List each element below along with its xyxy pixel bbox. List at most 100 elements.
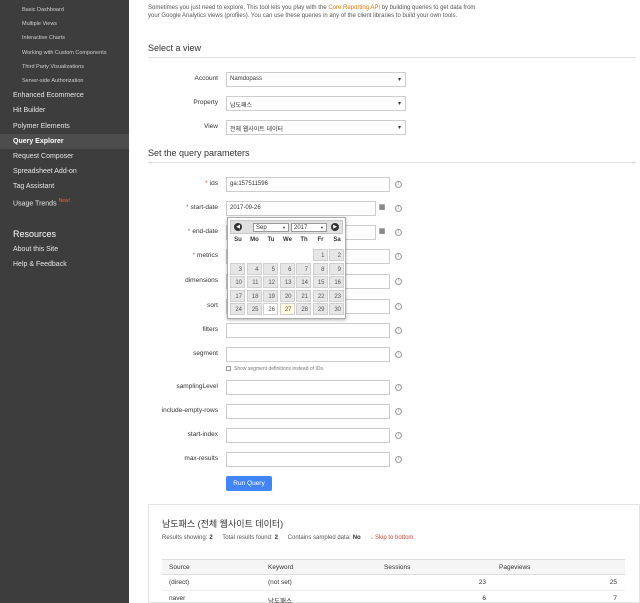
calendar-day[interactable]: 19 <box>263 289 278 302</box>
calendar-day[interactable]: 6 <box>279 262 295 275</box>
calendar-day[interactable]: 1 <box>312 249 328 261</box>
sidebar-subitem[interactable]: Server-side Authorization <box>0 74 129 88</box>
sidebar-subitem[interactable]: Interactive Charts <box>0 31 129 45</box>
max-results-input[interactable] <box>226 452 390 467</box>
core-reporting-api-link[interactable]: Core Reporting API <box>328 5 380 11</box>
column-header-keyword[interactable]: Keyword <box>268 564 293 571</box>
calendar-day[interactable]: 27 <box>279 303 295 315</box>
info-icon[interactable]: i <box>395 278 402 285</box>
calendar-icon[interactable]: ▦ <box>376 226 388 238</box>
calendar-day[interactable]: 24 <box>230 303 245 315</box>
info-icon[interactable]: i <box>395 456 402 463</box>
calendar-day[interactable]: 11 <box>246 276 262 288</box>
arrow-down-icon: ↓ <box>370 535 374 541</box>
calendar-day[interactable]: 21 <box>296 289 311 302</box>
calendar-day[interactable]: 30 <box>329 303 344 315</box>
calendar-icon[interactable]: ▦ <box>376 202 388 214</box>
property-value: 남도패스 <box>230 103 253 109</box>
skip-link-text: Skip to bottom <box>375 535 414 541</box>
calendar-day[interactable]: 9 <box>329 262 344 275</box>
info-icon[interactable]: i <box>395 408 402 415</box>
checkbox[interactable] <box>226 366 231 372</box>
sidebar-subitem[interactable]: Third Party Visualizations <box>0 60 129 74</box>
info-icon[interactable]: i <box>395 327 402 334</box>
calendar-day[interactable]: 28 <box>296 303 311 315</box>
prev-month-icon[interactable]: ◀ <box>234 223 242 231</box>
column-header-pageviews[interactable]: Pageviews <box>499 564 530 571</box>
info-icon[interactable]: i <box>395 384 402 391</box>
calendar-day[interactable]: 16 <box>329 276 344 288</box>
calendar-day[interactable]: 10 <box>230 276 245 288</box>
account-select[interactable]: Namdopass ▾ <box>226 72 406 87</box>
start-date-input[interactable]: 2017-09-26 <box>226 201 376 216</box>
property-select[interactable]: 남도패스 ▾ <box>226 96 406 111</box>
segment-definitions-option[interactable]: Show segment definitions instead of IDs. <box>226 366 324 372</box>
filters-input[interactable] <box>226 323 390 338</box>
sidebar-item[interactable]: Request Composer <box>0 149 129 164</box>
calendar-day[interactable]: 20 <box>279 289 295 302</box>
skip-to-bottom-link[interactable]: ↓ Skip to bottom <box>370 535 413 541</box>
column-header-source[interactable]: Source <box>169 564 190 571</box>
total-value: 2 <box>274 535 278 541</box>
sidebar-subitem[interactable]: Multiple Views <box>0 17 129 31</box>
sidebar-subitem[interactable]: Working with Custom Components <box>0 46 129 60</box>
sidebar-item[interactable]: Spreadsheet Add-on <box>0 164 129 179</box>
start-index-input[interactable] <box>226 428 390 443</box>
calendar-day[interactable]: 2 <box>329 249 344 261</box>
calendar-day[interactable]: 25 <box>246 303 262 315</box>
sidebar-subitem[interactable]: Basic Dashboard <box>0 3 129 17</box>
sidebar-item[interactable]: Query Explorer <box>0 133 129 149</box>
next-month-icon[interactable]: ▶ <box>331 223 339 231</box>
showing-label: Results showing: <box>162 535 208 541</box>
cell-sessions: 6 <box>482 595 486 602</box>
month-select[interactable]: Sep ▼ <box>253 223 289 232</box>
sort-label: sort <box>207 302 218 309</box>
calendar-day[interactable]: 7 <box>296 262 311 275</box>
column-header-sessions[interactable]: Sessions <box>384 564 410 571</box>
select-view-title: Select a view <box>148 43 202 53</box>
view-select[interactable]: 전체 웹사이트 데이터 ▾ <box>226 120 406 135</box>
sidebar-item[interactable]: Usage Trends New! <box>0 194 129 209</box>
calendar-day[interactable]: 5 <box>263 262 278 275</box>
calendar-day[interactable]: 3 <box>230 262 245 275</box>
info-icon[interactable]: i <box>395 181 402 188</box>
include-empty-rows-input[interactable] <box>226 404 390 419</box>
info-icon[interactable]: i <box>395 351 402 358</box>
table-row: naver 남도패스 6 7 <box>162 591 625 603</box>
info-icon[interactable]: i <box>395 229 402 236</box>
run-query-button[interactable]: Run Query <box>226 476 272 491</box>
ids-input[interactable]: ga:157511596 <box>226 177 390 192</box>
sidebar-item[interactable]: Tag Assistant <box>0 179 129 194</box>
segment-input[interactable] <box>226 347 390 362</box>
sidebar-item[interactable]: Enhanced Ecommerce <box>0 88 129 103</box>
calendar-day[interactable]: 14 <box>296 276 311 288</box>
calendar-day[interactable]: 12 <box>263 276 278 288</box>
year-select[interactable]: 2017 ▼ <box>291 223 327 232</box>
info-icon[interactable]: i <box>395 303 402 310</box>
cell-source: naver <box>169 595 186 602</box>
calendar-day[interactable]: 22 <box>312 289 328 302</box>
segment-note-text: Show segment definitions instead of IDs. <box>234 366 325 372</box>
calendar-day[interactable]: 26 <box>263 303 278 315</box>
info-icon[interactable]: i <box>395 253 402 260</box>
calendar-day[interactable]: 13 <box>279 276 295 288</box>
calendar-day[interactable]: 23 <box>329 289 344 302</box>
info-icon[interactable]: i <box>395 432 402 439</box>
resources-link[interactable]: About this Site <box>0 242 129 257</box>
sampling-level-input[interactable] <box>226 380 390 395</box>
sampled-label: Contains sampled data: <box>287 535 351 541</box>
calendar-day[interactable]: 4 <box>246 262 262 275</box>
calendar-day[interactable]: 17 <box>230 289 245 302</box>
calendar-day[interactable]: 15 <box>312 276 328 288</box>
calendar-day[interactable]: 29 <box>312 303 328 315</box>
sidebar-item[interactable]: Polymer Elements <box>0 119 129 134</box>
results-title: 남도패스 (전체 웹사이트 데이터) <box>162 519 284 529</box>
weekday-header: Mo <box>250 237 259 243</box>
calendar-day[interactable]: 18 <box>246 289 262 302</box>
results-meta: Results showing: 2 Total results found: 2 … <box>162 535 413 541</box>
metrics-row: * metrics i <box>148 249 640 265</box>
resources-link[interactable]: Help & Feedback <box>0 257 129 272</box>
sidebar-item[interactable]: Hit Builder <box>0 103 129 118</box>
info-icon[interactable]: i <box>395 205 402 212</box>
calendar-day[interactable]: 8 <box>312 262 328 275</box>
